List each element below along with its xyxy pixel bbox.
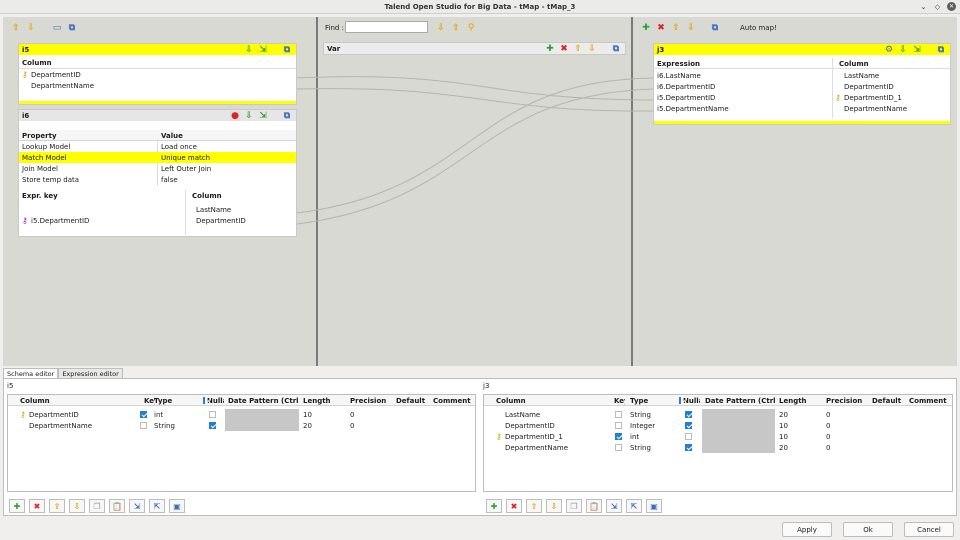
table-row[interactable]: LastName [19, 204, 296, 215]
table-row[interactable]: i5.DepartmentID ⚷ DepartmentID_1 [654, 92, 950, 103]
table-title: Var [327, 44, 341, 53]
table-row[interactable]: i6.DepartmentID DepartmentID [654, 81, 950, 92]
save-icon[interactable]: ▣ [169, 499, 185, 513]
table-row[interactable]: LastName String 20 0 [484, 409, 952, 420]
nullable-checkbox[interactable] [209, 422, 216, 429]
move-up-button[interactable]: ⇧ [526, 499, 542, 513]
filter-icon[interactable]: ⇲ [258, 111, 268, 121]
table-row[interactable]: ⚷ i5.DepartmentID DepartmentID [19, 215, 296, 226]
table-title: j3 [657, 45, 665, 54]
nullable-checkbox[interactable] [685, 411, 692, 418]
property-row[interactable]: Lookup Model Load once [19, 141, 296, 152]
apply-button[interactable]: Apply [782, 522, 832, 537]
table-title: i5 [22, 45, 30, 54]
key-icon: ⚷ [835, 93, 841, 102]
var-table: Var ✚ ✖ ⇧ ⇩ ⧉ [323, 42, 626, 55]
expr-key-table: Expr. key Column LastName ⚷ i5.DepartmentI… [19, 190, 296, 235]
i6-table: i6 ● ⇩ ⇲ ⧉ Property Value Lookup Model Loa… [18, 109, 297, 237]
column-header: Column [19, 58, 296, 69]
add-row-button[interactable]: ✚ [9, 499, 25, 513]
nullable-checkbox[interactable] [685, 444, 692, 451]
i6-table-header[interactable]: i6 ● ⇩ ⇲ ⧉ [19, 110, 296, 121]
nullable-checkbox[interactable] [209, 411, 216, 418]
j3-table: j3 ⚙ ⇩ ⇲ ⧉ Expression Column i6.LastName L… [653, 43, 951, 125]
table-row[interactable]: ⚷ DepartmentID_1 int 10 0 [484, 431, 952, 442]
schema-left-label: i5 [7, 382, 14, 390]
ok-button[interactable]: Ok [843, 522, 893, 537]
j3-table-header[interactable]: j3 ⚙ ⇩ ⇲ ⧉ [654, 44, 950, 55]
copy-button[interactable]: ❐ [566, 499, 582, 513]
settings-icon[interactable]: ● [230, 111, 240, 121]
schema-right-buttons: ✚ ✖ ⇧ ⇩ ❐ 📋 ⇲ ⇱ ▣ [486, 497, 662, 515]
schema-left-grid: Column Key Type Nullable Date Pattern (C… [7, 394, 476, 492]
editor-tabs: Schema editor Expression editor [3, 368, 123, 378]
tab-expression-editor[interactable]: Expression editor [58, 368, 123, 378]
paste-button[interactable]: 📋 [586, 499, 602, 513]
move-down-icon[interactable]: ⇩ [587, 44, 597, 54]
schema-right-grid: Column Key Type Nullable Date Pattern (C… [483, 394, 953, 492]
property-row[interactable]: Match Model Unique match [19, 152, 296, 163]
save-icon[interactable]: ▣ [646, 499, 662, 513]
tab-schema-editor[interactable]: Schema editor [3, 368, 59, 378]
move-down-button[interactable]: ⇩ [69, 499, 85, 513]
minimize-icon[interactable]: ⧉ [282, 45, 292, 55]
export-button[interactable]: ⇱ [149, 499, 165, 513]
cancel-button[interactable]: Cancel [904, 522, 954, 537]
var-table-header[interactable]: Var ✚ ✖ ⇧ ⇩ ⧉ [324, 43, 625, 54]
schema-left-buttons: ✚ ✖ ⇧ ⇩ ❐ 📋 ⇲ ⇱ ▣ [9, 497, 185, 515]
i5-table: i5 ⇩ ⇲ ⧉ Column ⚷ DepartmentID Department… [18, 43, 297, 105]
key-checkbox[interactable] [140, 422, 147, 429]
key-checkbox[interactable] [615, 444, 622, 451]
table-row[interactable]: DepartmentName String 20 0 [484, 442, 952, 453]
property-row[interactable]: Store temp data false [19, 174, 296, 185]
import-button[interactable]: ⇲ [606, 499, 622, 513]
table-row[interactable]: DepartmentID Integer 10 0 [484, 420, 952, 431]
property-row[interactable]: Join Model Left Outer Join [19, 163, 296, 174]
add-icon[interactable]: ⇩ [244, 111, 254, 121]
table-row[interactable]: ⚷ DepartmentID [19, 69, 296, 80]
i5-table-header[interactable]: i5 ⇩ ⇲ ⧉ [19, 44, 296, 55]
remove-row-button[interactable]: ✖ [29, 499, 45, 513]
key-checkbox[interactable] [140, 411, 147, 418]
key-icon: ⚷ [496, 432, 502, 441]
nullable-checkbox[interactable] [685, 422, 692, 429]
filter-icon[interactable]: ⇲ [912, 45, 922, 55]
table-row[interactable]: i6.LastName LastName [654, 70, 950, 81]
export-button[interactable]: ⇱ [626, 499, 642, 513]
minimize-icon[interactable]: ⧉ [611, 44, 621, 54]
add-row-button[interactable]: ✚ [486, 499, 502, 513]
remove-icon[interactable]: ✖ [559, 44, 569, 54]
properties-table: Property Value Lookup Model Load once Matc… [19, 130, 296, 186]
table-row[interactable]: i5.DepartmentName DepartmentName [654, 103, 950, 114]
nullable-checkbox[interactable] [685, 433, 692, 440]
table-title: i6 [22, 111, 30, 120]
filter-icon[interactable]: ⇲ [258, 45, 268, 55]
remove-row-button[interactable]: ✖ [506, 499, 522, 513]
key-icon: ⚷ [22, 70, 28, 79]
minimize-icon[interactable]: ⧉ [282, 111, 292, 121]
copy-button[interactable]: ❐ [89, 499, 105, 513]
move-up-button[interactable]: ⇧ [49, 499, 65, 513]
schema-right-label: j3 [483, 382, 490, 390]
key-icon: ⚷ [20, 410, 26, 419]
table-row[interactable]: DepartmentName [19, 80, 296, 91]
minimize-icon[interactable]: ⧉ [936, 45, 946, 55]
move-down-button[interactable]: ⇩ [546, 499, 562, 513]
settings-icon[interactable]: ⚙ [884, 45, 894, 55]
table-row[interactable]: ⚷ DepartmentID int 10 0 [8, 409, 475, 420]
import-button[interactable]: ⇲ [129, 499, 145, 513]
key-icon: ⚷ [22, 216, 28, 225]
move-up-icon[interactable]: ⇧ [573, 44, 583, 54]
add-icon[interactable]: ✚ [545, 44, 555, 54]
add-icon[interactable]: ⇩ [898, 45, 908, 55]
add-icon[interactable]: ⇩ [244, 45, 254, 55]
key-checkbox[interactable] [615, 411, 622, 418]
paste-button[interactable]: 📋 [109, 499, 125, 513]
table-row[interactable]: DepartmentName String 20 0 [8, 420, 475, 431]
key-checkbox[interactable] [615, 422, 622, 429]
key-checkbox[interactable] [615, 433, 622, 440]
